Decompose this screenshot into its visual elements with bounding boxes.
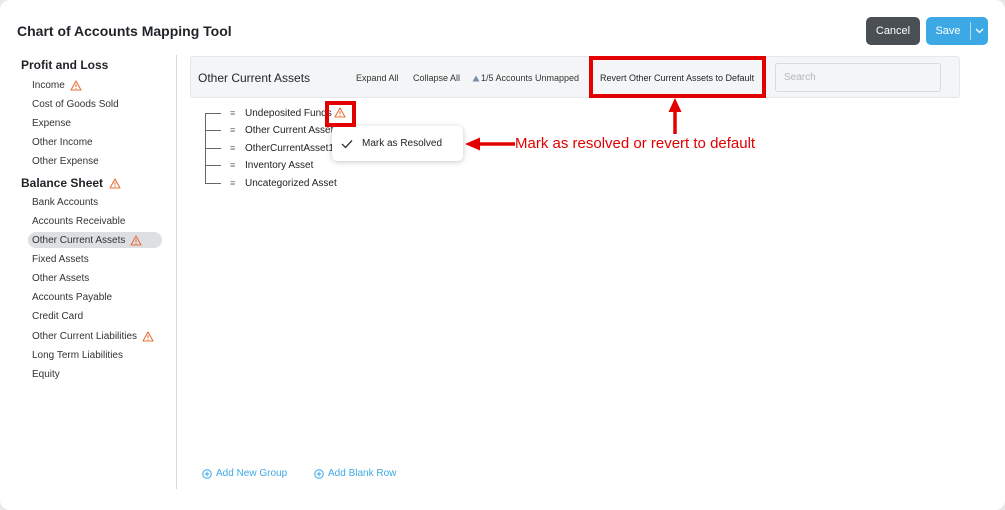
drag-handle-icon[interactable]: ≡ <box>230 108 238 118</box>
collapse-all-button[interactable]: Collapse All <box>413 73 460 83</box>
plus-circle-icon <box>314 468 324 479</box>
add-new-group-button[interactable]: Add New Group <box>202 468 287 479</box>
sidebar-item-label: Income <box>32 79 65 91</box>
tree-row-uncategorized-asset[interactable]: ≡ Uncategorized Asset <box>205 175 337 191</box>
sidebar-item-accounts-receivable[interactable]: Accounts Receivable <box>28 213 129 229</box>
warning-icon <box>130 234 142 246</box>
drag-handle-icon[interactable]: ≡ <box>230 160 238 170</box>
sidebar-item-label: Fixed Assets <box>32 253 89 265</box>
sidebar-item-label: Other Assets <box>32 272 90 284</box>
add-blank-row-label: Add Blank Row <box>328 468 397 479</box>
tree-row-label: Uncategorized Asset <box>245 177 337 189</box>
sidebar-item-other-current-assets[interactable]: Other Current Assets <box>28 232 162 248</box>
tree-row-label: Inventory Asset <box>245 159 314 171</box>
sidebar-item-bank-accounts[interactable]: Bank Accounts <box>28 194 102 210</box>
drag-handle-icon[interactable]: ≡ <box>230 143 238 153</box>
sidebar-divider <box>176 55 177 489</box>
section-heading-label: Profit and Loss <box>21 58 109 72</box>
tree-row-label: Other Current Asset <box>245 124 334 136</box>
mark-as-resolved-menu-item[interactable]: Mark as Resolved <box>332 126 463 161</box>
triangle-up-icon <box>472 75 480 81</box>
drag-handle-icon[interactable]: ≡ <box>230 178 238 188</box>
check-icon <box>341 139 353 148</box>
section-heading-label: Balance Sheet <box>21 176 104 190</box>
sidebar-item-label: Accounts Receivable <box>32 215 126 227</box>
tree-branch-line <box>205 164 221 166</box>
sidebar-item-credit-card[interactable]: Credit Card <box>28 308 87 324</box>
add-blank-row-button[interactable]: Add Blank Row <box>314 468 396 479</box>
sidebar-item-accounts-payable[interactable]: Accounts Payable <box>28 289 116 305</box>
tree-branch-line <box>205 182 221 184</box>
section-heading-balance-sheet[interactable]: Balance Sheet <box>21 176 121 190</box>
sidebar-item-other-expense[interactable]: Other Expense <box>28 153 103 169</box>
group-title: Other Current Assets <box>198 71 311 85</box>
expand-all-button[interactable]: Expand All <box>356 73 399 83</box>
sidebar-item-income[interactable]: Income <box>28 77 86 93</box>
tree-row-other-current-asset[interactable]: ≡ Other Current Asset <box>205 122 333 138</box>
warning-icon <box>142 330 154 342</box>
search-input[interactable] <box>775 63 941 92</box>
annotation-text: Mark as resolved or revert to default <box>515 135 756 152</box>
tree-row-label: Undeposited Funds <box>245 107 332 119</box>
tree-row-label: OtherCurrentAsset1 <box>245 142 334 154</box>
sidebar-item-expense[interactable]: Expense <box>28 115 75 131</box>
tree-row-undeposited-funds[interactable]: ≡ Undeposited Funds <box>205 105 332 121</box>
tree-row-other-current-asset-1[interactable]: ≡ OtherCurrentAsset1 <box>205 140 334 156</box>
sidebar-item-other-current-liabilities[interactable]: Other Current Liabilities <box>28 328 158 344</box>
sidebar-item-fixed-assets[interactable]: Fixed Assets <box>28 251 93 267</box>
sidebar-item-other-income[interactable]: Other Income <box>28 134 97 150</box>
unmapped-status-text: 1/5 Accounts Unmapped <box>481 73 580 83</box>
sidebar-item-other-assets[interactable]: Other Assets <box>28 270 93 286</box>
warning-icon <box>70 79 82 91</box>
sidebar-item-long-term-liabilities[interactable]: Long Term Liabilities <box>28 347 127 363</box>
sidebar-item-label: Bank Accounts <box>32 196 99 208</box>
cancel-button[interactable]: Cancel <box>866 17 920 45</box>
sidebar-item-label: Equity <box>32 368 60 380</box>
save-button[interactable]: Save <box>926 17 988 45</box>
annotation-box-warning <box>325 101 356 127</box>
section-heading-profit-and-loss[interactable]: Profit and Loss <box>21 58 108 72</box>
sidebar-item-label: Long Term Liabilities <box>32 349 123 361</box>
sidebar-item-label: Cost of Goods Sold <box>32 98 119 110</box>
sidebar-item-label: Accounts Payable <box>32 291 113 303</box>
drag-handle-icon[interactable]: ≡ <box>230 125 238 135</box>
tree-branch-line <box>205 112 221 114</box>
save-button-label[interactable]: Save <box>926 25 970 37</box>
plus-circle-icon <box>202 468 212 479</box>
mapping-tool-window: Chart of Accounts Mapping Tool Cancel Sa… <box>0 0 1005 510</box>
tree-branch-line <box>205 129 221 131</box>
sidebar-item-label: Other Current Liabilities <box>32 330 138 342</box>
sidebar-item-label: Credit Card <box>32 310 84 322</box>
annotation-box-revert <box>589 56 766 98</box>
sidebar-item-label: Other Current Assets <box>32 234 126 246</box>
chevron-down-icon[interactable] <box>971 28 988 34</box>
group-toolbar: Other Current Assets Expand All Collapse… <box>190 56 960 98</box>
annotation-arrow-up-icon <box>668 98 682 134</box>
sidebar-item-label: Expense <box>32 117 71 129</box>
page-title: Chart of Accounts Mapping Tool <box>17 23 232 39</box>
sidebar-item-cost-of-goods-sold[interactable]: Cost of Goods Sold <box>28 96 123 112</box>
warning-icon <box>109 177 121 189</box>
add-new-group-label: Add New Group <box>216 468 288 479</box>
unmapped-status: 1/5 Accounts Unmapped <box>472 73 579 83</box>
annotation-arrow-left-icon <box>465 137 515 151</box>
sidebar-item-label: Other Income <box>32 136 93 148</box>
tree-branch-line <box>205 147 221 149</box>
sidebar-item-label: Other Expense <box>32 155 99 167</box>
sidebar-item-equity[interactable]: Equity <box>28 366 64 382</box>
mark-as-resolved-label: Mark as Resolved <box>362 138 443 149</box>
tree-row-inventory-asset[interactable]: ≡ Inventory Asset <box>205 157 313 173</box>
